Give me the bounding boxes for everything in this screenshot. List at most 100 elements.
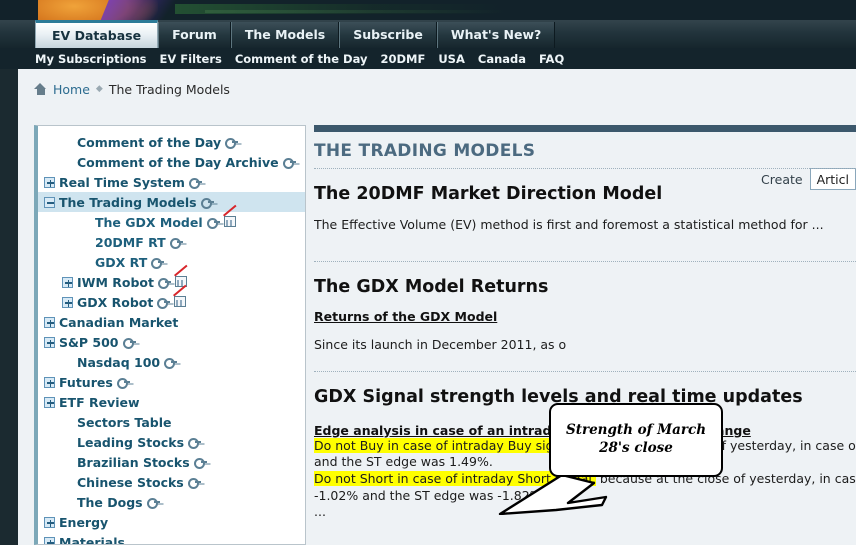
key-icon — [188, 438, 202, 449]
collapse-minus-icon[interactable] — [44, 196, 55, 208]
subnav-ev-filters[interactable]: EV Filters — [160, 52, 222, 66]
key-icon — [151, 258, 165, 269]
callout-text: Strength of March 28's close — [565, 422, 707, 456]
sidebar-item-brazilian-stocks[interactable]: Brazilian Stocks — [38, 452, 305, 472]
sidebar-item-label: Real Time System — [59, 174, 185, 190]
sidebar-item-label: Sectors Table — [77, 414, 172, 430]
tab-ev-database[interactable]: EV Database — [35, 20, 159, 48]
expand-plus-icon[interactable] — [44, 336, 55, 348]
sidebar-item-materials[interactable]: Materials — [38, 532, 305, 545]
sidebar-item-label: Comment of the Day Archive — [77, 154, 279, 170]
callout-bubble: Strength of March 28's close — [549, 403, 723, 477]
chart-restricted-icon — [222, 204, 237, 228]
page-title: THE TRADING MODELS — [314, 141, 536, 161]
page-body: Home ◆ The Trading Models Create Articl … — [18, 69, 856, 545]
tab-whats-new[interactable]: What's New? — [436, 22, 556, 48]
tab-the-models[interactable]: The Models — [230, 22, 340, 48]
divider-2 — [314, 260, 856, 262]
primary-tab-bar: EV Database Forum The Models Subscribe W… — [0, 20, 856, 48]
expand-plus-icon[interactable] — [44, 536, 55, 544]
key-icon — [122, 338, 136, 349]
banner-art-streak — [205, 10, 505, 13]
key-icon — [225, 138, 239, 149]
sidebar-item-canadian-market[interactable]: Canadian Market — [38, 312, 305, 332]
sidebar-item-label: Chinese Stocks — [77, 474, 184, 490]
site-banner — [0, 0, 856, 20]
paragraph-20dmf-model: The Effective Volume (EV) method is firs… — [314, 217, 824, 232]
sidebar-item-sectors-table[interactable]: Sectors Table — [38, 412, 305, 432]
expand-plus-icon[interactable] — [44, 316, 55, 328]
sidebar-item-label: Nasdaq 100 — [77, 354, 161, 370]
subnav-20dmf[interactable]: 20DMF — [380, 52, 425, 66]
expand-plus-icon[interactable] — [44, 376, 55, 388]
subnav-my-subscriptions[interactable]: My Subscriptions — [35, 52, 147, 66]
sidebar-item-label: Brazilian Stocks — [77, 454, 190, 470]
sidebar-item-label: IWM Robot — [77, 274, 154, 290]
sidebar-item-comment-of-the-day[interactable]: Comment of the Day — [38, 132, 305, 152]
sidebar-item-label: Materials — [59, 534, 125, 545]
subnav-comment-of-the-day[interactable]: Comment of the Day — [235, 52, 368, 66]
expand-plus-icon[interactable] — [44, 516, 55, 528]
key-icon — [164, 358, 178, 369]
sidebar-item-the-trading-models[interactable]: The Trading Models — [38, 192, 305, 212]
expand-plus-icon[interactable] — [44, 396, 55, 408]
subnav-faq[interactable]: FAQ — [539, 52, 564, 66]
breadcrumb-home-link[interactable]: Home — [53, 82, 90, 97]
sidebar-item-iwm-robot[interactable]: IWM Robot — [38, 264, 305, 292]
key-icon — [282, 158, 296, 169]
sidebar-item-the-gdx-model[interactable]: The GDX Model — [38, 204, 305, 232]
sidebar-item-label: The GDX Model — [95, 214, 203, 230]
sidebar-item-label: GDX Robot — [77, 294, 154, 310]
sidebar-item-label: S&P 500 — [59, 334, 119, 350]
subnav-usa[interactable]: USA — [438, 52, 465, 66]
content-top-bar — [314, 125, 856, 132]
sidebar-item-leading-stocks[interactable]: Leading Stocks — [38, 432, 305, 452]
breadcrumb-current: The Trading Models — [108, 81, 230, 97]
expand-plus-icon[interactable] — [62, 276, 73, 288]
sidebar-item-gdx-rt[interactable]: GDX RT — [38, 252, 305, 272]
sidebar-item-label: Futures — [59, 374, 113, 390]
sidebar-item-the-dogs[interactable]: The Dogs — [38, 492, 305, 512]
sidebar-nav-panel[interactable]: Comment of the Day Comment of the Day Arc… — [34, 125, 306, 545]
tab-forum[interactable]: Forum — [158, 22, 231, 48]
sidebar-item-chinese-stocks[interactable]: Chinese Stocks — [38, 472, 305, 492]
sidebar-item-energy[interactable]: Energy — [38, 512, 305, 532]
sidebar-item-20dmf-rt[interactable]: 20DMF RT — [38, 232, 305, 252]
sidebar-item-label: ETF Review — [59, 394, 140, 410]
subnav-canada[interactable]: Canada — [478, 52, 526, 66]
key-icon — [200, 198, 214, 209]
secondary-nav-bar: My Subscriptions EV Filters Comment of t… — [0, 48, 856, 69]
home-icon — [34, 83, 47, 95]
key-icon — [157, 278, 171, 289]
sidebar-item-real-time-system[interactable]: Real Time System — [38, 172, 305, 192]
secondary-nav-list: My Subscriptions EV Filters Comment of t… — [35, 48, 564, 69]
breadcrumb-separator-icon: ◆ — [95, 84, 103, 94]
key-icon — [146, 498, 160, 509]
tab-subscribe[interactable]: Subscribe — [339, 22, 437, 48]
sidebar-nav-list: Comment of the Day Comment of the Day Arc… — [38, 126, 305, 545]
key-icon — [187, 478, 201, 489]
sidebar-item-label: Canadian Market — [59, 314, 179, 330]
heading-gdx-model-returns: The GDX Model Returns — [314, 276, 549, 297]
chart-restricted-icon — [173, 284, 187, 308]
key-icon — [193, 458, 207, 469]
link-returns-of-gdx-model[interactable]: Returns of the GDX Model — [314, 309, 856, 324]
sidebar-item-label: Leading Stocks — [77, 434, 185, 450]
sidebar-item-label: Comment of the Day — [77, 134, 222, 150]
divider-3 — [314, 370, 856, 372]
sidebar-item-gdx-robot[interactable]: GDX Robot — [38, 284, 305, 312]
sidebar-item-etf-review[interactable]: ETF Review — [38, 392, 305, 412]
sidebar-item-label: The Trading Models — [59, 194, 197, 210]
sidebar-item-nasdaq-100[interactable]: Nasdaq 100 — [38, 352, 305, 372]
sidebar-item-label: The Dogs — [77, 494, 143, 510]
expand-plus-icon[interactable] — [44, 176, 55, 188]
breadcrumb: Home ◆ The Trading Models — [34, 79, 230, 99]
divider-1 — [314, 168, 856, 169]
expand-plus-icon[interactable] — [62, 296, 73, 308]
sidebar-item-futures[interactable]: Futures — [38, 372, 305, 392]
sidebar-item-label: 20DMF RT — [95, 234, 166, 250]
heading-20dmf-model: The 20DMF Market Direction Model — [314, 184, 663, 204]
sidebar-item-s-p-500[interactable]: S&P 500 — [38, 332, 305, 352]
sidebar-item-comment-of-the-day-archive[interactable]: Comment of the Day Archive — [38, 152, 305, 172]
tab-list: EV Database Forum The Models Subscribe W… — [35, 20, 556, 48]
